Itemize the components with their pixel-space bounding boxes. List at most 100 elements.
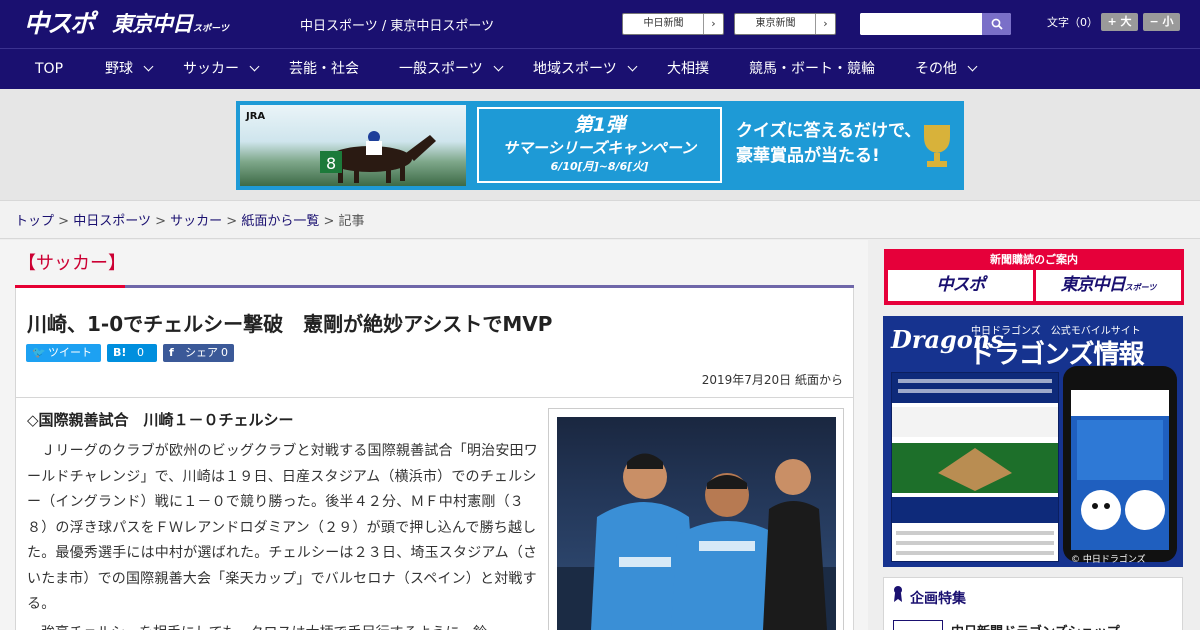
nav-item-top[interactable]: TOP (35, 49, 63, 89)
facebook-share-label: シェア (185, 346, 218, 359)
nav-item-baseball[interactable]: 野球 (105, 49, 154, 89)
tweet-label: ツイート (48, 346, 92, 359)
article-paragraph-next: 強豪チェルシーを相手にしても、クロスは大柄で手足行するように、鈴 (27, 622, 541, 630)
top-header: 中スポ 東京中日スポーツ 中日スポーツ / 東京中日スポーツ 中日新聞 › 東京… (0, 0, 1200, 48)
site-name: 中日スポーツ / 東京中日スポーツ (300, 19, 495, 34)
tokyo-logo-text: 東京中日 (112, 12, 193, 36)
subscribe-tokyo-small: スポーツ (1124, 283, 1157, 292)
article-paragraph: Ｊリーグのクラブが欧州のビッグクラブと対戦する国際親善試合「明治安田ワールドチャ… (27, 443, 538, 612)
dragons-mobile-banner[interactable]: Dragons 中日ドラゴンズ 公式モバイルサイト ドラゴンズ情報 © 中日ドラ… (883, 316, 1183, 567)
chevron-down-icon (249, 61, 260, 72)
facebook-icon: f (169, 346, 174, 359)
subscription-box: 新聞購読のご案内 中スポ 東京中日スポーツ (884, 249, 1184, 305)
svg-text:8: 8 (326, 154, 336, 173)
nav-item-general-sports[interactable]: 一般スポーツ (399, 49, 504, 89)
font-smaller-button[interactable]: − 小 (1143, 13, 1180, 31)
mascot-illustration (1071, 390, 1169, 530)
nav-label: 競馬・ボート・競輪 (749, 61, 875, 77)
chevron-down-icon (967, 61, 978, 72)
campaign-round: 第1弾 (573, 114, 626, 136)
article-photo[interactable] (557, 417, 836, 630)
article-date: 2019年7月20日 紙面から (701, 373, 843, 387)
hatena-count: 0 (137, 346, 144, 359)
nav-item-sumo[interactable]: 大相撲 (667, 49, 709, 89)
chevron-right-icon: › (703, 14, 723, 34)
breadcrumb-newspaper-list[interactable]: 紙面から一覧 (241, 214, 319, 229)
hatena-icon: B! (113, 346, 127, 359)
nav-label: 野球 (105, 61, 133, 77)
dragons-copyright: © 中日ドラゴンズ (1071, 555, 1146, 565)
tokyo-logo-small: スポーツ (193, 24, 229, 34)
subscribe-chuspo-button[interactable]: 中スポ (888, 270, 1033, 301)
racehorse-icon: 8 (320, 131, 436, 183)
article-subhead: ◇国際親善試合 川崎１－０チェルシー (27, 411, 294, 429)
nav-label: 大相撲 (667, 61, 709, 77)
breadcrumb-top[interactable]: トップ (15, 214, 54, 229)
breadcrumb-sep: > (226, 214, 238, 229)
search-input[interactable] (860, 13, 982, 35)
subscription-title: 新聞購読のご案内 (990, 253, 1078, 266)
facebook-share-button[interactable]: f シェア 0 (163, 344, 234, 362)
nav-item-other[interactable]: その他 (915, 49, 978, 89)
breadcrumb-chunichi-sports[interactable]: 中日スポーツ (73, 214, 151, 229)
tokyo-shimbun-link[interactable]: 東京新聞 › (734, 13, 836, 35)
campaign-dates: 6/10[月]~8/6[火] (550, 160, 649, 173)
font-size-label: 文字（0） (1047, 16, 1098, 29)
chunichi-shimbun-label: 中日新聞 (643, 18, 684, 29)
nav-label: 芸能・社会 (289, 61, 359, 77)
nav-label: 地域スポーツ (533, 61, 617, 77)
tweet-button[interactable]: 🐦 ツイート (26, 344, 101, 362)
campaign-copy-line1: クイズに答えるだけで、 (736, 121, 922, 141)
tokyo-shimbun-label: 東京新聞 (755, 18, 796, 29)
article-headline: 川崎、1-0でチェルシー撃破 憲剛が絶妙アシストでMVP (27, 312, 553, 336)
campaign-title: サマーシリーズキャンペーン (502, 139, 697, 157)
jra-campaign-banner[interactable]: JRA 8 第1弾 サマーシリーズキャンペーン 6/10[月]~8/6[火] ク… (236, 101, 964, 190)
facebook-share-count: 0 (221, 346, 228, 359)
font-larger-button[interactable]: + 大 (1101, 13, 1138, 31)
nav-item-entertainment[interactable]: 芸能・社会 (289, 49, 359, 89)
chevron-down-icon (493, 61, 504, 72)
subscribe-tokyo-label: 東京中日 (1060, 275, 1126, 295)
banner-horse-photo: JRA 8 (240, 105, 466, 186)
chunichi-shimbun-link[interactable]: 中日新聞 › (622, 13, 724, 35)
scoreboard-illustration (892, 373, 1058, 561)
feature-title: 企画特集 (910, 591, 966, 607)
players-photo-illustration (557, 453, 836, 630)
campaign-copy: クイズに答えるだけで、 豪華賞品が当たる! (736, 119, 921, 169)
subscribe-tokyo-chunichi-button[interactable]: 東京中日スポーツ (1036, 270, 1181, 301)
chevron-right-icon: › (815, 14, 835, 34)
breadcrumb: トップ > 中日スポーツ > サッカー > 紙面から一覧 > 記事 (15, 210, 365, 229)
nav-item-soccer[interactable]: サッカー (183, 49, 260, 89)
dragons-scoreboard-screen (891, 372, 1059, 562)
breadcrumb-current: 記事 (338, 214, 365, 229)
dragons-shop-link[interactable]: 中日新聞ドラゴンズショップ (951, 621, 1120, 630)
nav-label: サッカー (183, 61, 239, 77)
breadcrumb-sep: > (58, 214, 70, 229)
nav-item-racing[interactable]: 競馬・ボート・競輪 (749, 49, 875, 89)
campaign-copy-line2: 豪華賞品が当たる! (736, 146, 880, 166)
chevron-down-icon (143, 61, 154, 72)
nav-item-local-sports[interactable]: 地域スポーツ (533, 49, 638, 89)
section-label: 【サッカー】 (18, 253, 126, 274)
smartphone-screen (1071, 390, 1169, 550)
campaign-box: 第1弾 サマーシリーズキャンペーン 6/10[月]~8/6[火] (477, 107, 722, 183)
search-box (860, 13, 1011, 35)
twitter-icon: 🐦 (32, 346, 46, 359)
dragons-shop-thumbnail[interactable] (893, 620, 943, 630)
nav-label: TOP (35, 61, 64, 77)
trophy-icon (924, 125, 950, 167)
breadcrumb-soccer[interactable]: サッカー (170, 214, 222, 229)
hatena-bookmark-button[interactable]: B! 0 (107, 344, 157, 362)
nav-label: その他 (915, 61, 957, 77)
nav-label: 一般スポーツ (399, 61, 483, 77)
smartphone-image (1063, 366, 1177, 562)
tokyo-chunichi-logo[interactable]: 東京中日スポーツ (112, 10, 229, 43)
breadcrumb-sep: > (323, 214, 335, 229)
jra-logo: JRA (246, 111, 266, 122)
chuspo-logo[interactable]: 中スポ (24, 8, 95, 40)
search-button[interactable] (982, 13, 1011, 35)
search-icon (991, 18, 1003, 30)
breadcrumb-sep: > (155, 214, 166, 229)
chevron-down-icon (627, 61, 638, 72)
ribbon-icon (894, 586, 902, 602)
